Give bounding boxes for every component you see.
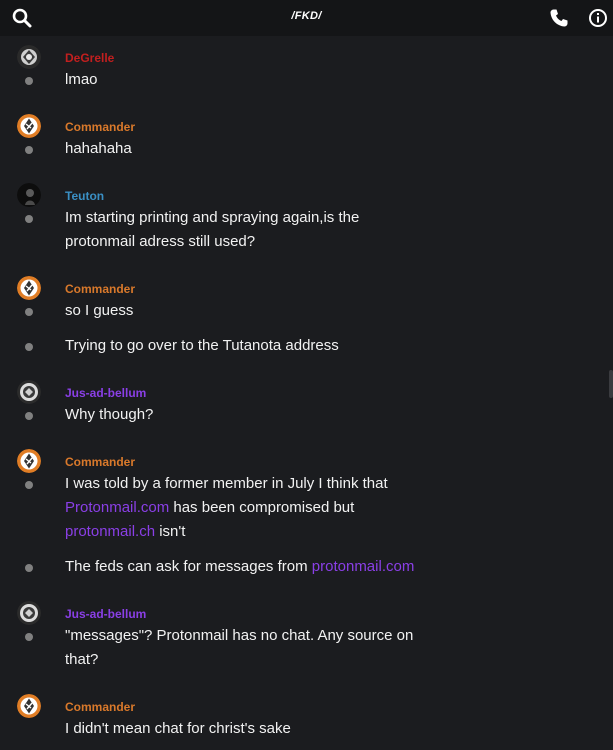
message-text: Why though?: [65, 406, 154, 423]
avatar[interactable]: [17, 449, 41, 473]
author-name[interactable]: Commander: [65, 282, 135, 296]
author-name[interactable]: Commander: [65, 120, 135, 134]
author-name[interactable]: Teuton: [65, 189, 104, 203]
message-link[interactable]: protonmail.com: [312, 558, 415, 575]
message-text: "messages"? Protonmail has no chat. Any …: [65, 624, 465, 672]
channel-title: /FKD/: [291, 10, 322, 22]
avatar[interactable]: [17, 380, 41, 404]
avatar[interactable]: [17, 114, 41, 138]
avatar[interactable]: [17, 183, 41, 207]
info-icon[interactable]: [586, 6, 610, 30]
phone-icon[interactable]: [547, 6, 571, 30]
scrollbar-handle[interactable]: [609, 370, 613, 398]
message-list[interactable]: DeGrelle lmao Commander hahahaha Teuton: [0, 36, 613, 750]
message-dot: [25, 412, 33, 420]
message-dot: [25, 77, 33, 85]
message-text: Im starting printing and spraying again,…: [65, 206, 465, 254]
author-name[interactable]: Jus-ad-bellum: [65, 386, 146, 400]
message-fragment: has been compromised but: [169, 499, 355, 516]
author-name[interactable]: Commander: [65, 455, 135, 469]
message-line: protonmail.ch isn't: [65, 520, 465, 544]
message-dot: [25, 343, 33, 351]
message-dot: [25, 633, 33, 641]
message-line: I was told by a former member in July I …: [65, 475, 388, 492]
message-text: Trying to go over to the Tutanota addres…: [65, 337, 339, 354]
message-line: Im starting printing and spraying again,…: [65, 209, 360, 226]
message-fragment: The feds can ask for messages from: [65, 558, 312, 575]
avatar[interactable]: [17, 276, 41, 300]
message-line: Protonmail.com has been compromised but: [65, 496, 465, 520]
message-dot: [25, 146, 33, 154]
author-name[interactable]: DeGrelle: [65, 51, 114, 65]
message-dot: [25, 481, 33, 489]
message-dot: [25, 215, 33, 223]
message-text: hahahaha: [65, 140, 132, 157]
avatar[interactable]: [17, 45, 41, 69]
author-name[interactable]: Jus-ad-bellum: [65, 607, 146, 621]
message-text: so I guess: [65, 302, 134, 319]
message-text: I didn't mean chat for christ's sake: [65, 720, 291, 737]
message-fragment: isn't: [155, 523, 186, 540]
avatar[interactable]: [17, 694, 41, 718]
message-line: protonmail adress still used?: [65, 233, 256, 250]
message-dot: [25, 564, 33, 572]
message-link[interactable]: protonmail.ch: [65, 523, 155, 540]
message-link[interactable]: Protonmail.com: [65, 499, 169, 516]
message-text: The feds can ask for messages from proto…: [65, 555, 465, 579]
message-line: "messages"? Protonmail has no chat. Any …: [65, 627, 414, 644]
top-bar: /FKD/: [0, 0, 613, 36]
avatar[interactable]: [17, 601, 41, 625]
message-line: that?: [65, 651, 99, 668]
message-dot: [25, 308, 33, 316]
author-name[interactable]: Commander: [65, 700, 135, 714]
message-text: lmao: [65, 71, 98, 88]
message-text: I was told by a former member in July I …: [65, 472, 465, 544]
